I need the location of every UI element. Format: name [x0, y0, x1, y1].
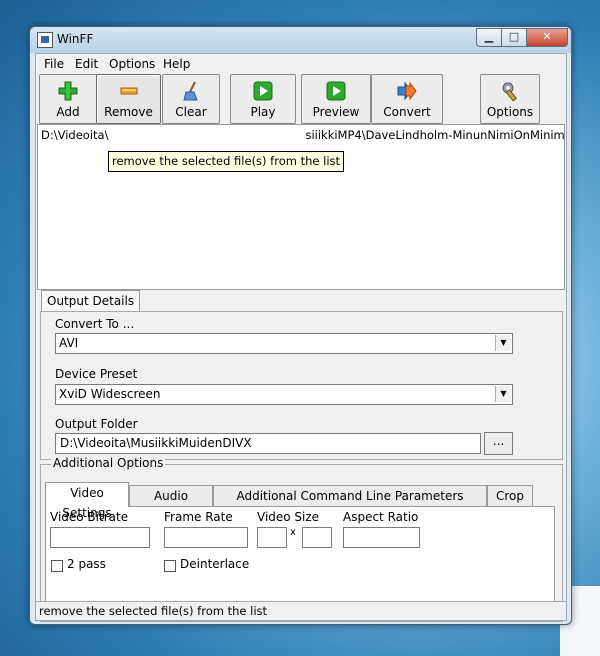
- convert-to-select[interactable]: AVI ▼: [55, 333, 513, 354]
- menu-bar: File Edit Options Help: [36, 54, 566, 73]
- play-icon: [253, 81, 273, 101]
- window-title: WinFF: [57, 32, 94, 46]
- file-path-end: siiikkiMP4\DaveLindholm-MinunNimiOnMinim…: [305, 128, 565, 142]
- file-list[interactable]: D:\Videoita\ siiikkiMP4\DaveLindholm-Minu…: [37, 124, 565, 290]
- browse-button[interactable]: ...: [484, 432, 513, 455]
- chevron-down-icon[interactable]: ▼: [495, 386, 511, 402]
- minimize-button[interactable]: ▁: [476, 28, 502, 47]
- play-button[interactable]: Play: [230, 74, 296, 124]
- additional-options-group: Additional Options Video Settings Audio …: [40, 456, 563, 622]
- tab-video-settings[interactable]: Video Settings: [45, 482, 129, 520]
- tab-crop[interactable]: Crop: [487, 485, 533, 506]
- aspect-ratio-label: Aspect Ratio: [343, 510, 419, 524]
- two-pass-checkbox[interactable]: [51, 560, 63, 572]
- maximize-button[interactable]: □: [501, 28, 527, 47]
- convert-to-value: AVI: [59, 336, 79, 350]
- video-height-input[interactable]: [302, 527, 332, 548]
- additional-options-legend: Additional Options: [51, 456, 166, 470]
- convert-label: Convert: [383, 105, 431, 119]
- convert-icon: [397, 81, 417, 101]
- size-separator: x: [290, 527, 296, 538]
- toolbar: Add Remove Clear Play Preview Convert Op…: [36, 73, 566, 124]
- file-list-item[interactable]: D:\Videoita\ siiikkiMP4\DaveLindholm-Minu…: [41, 128, 565, 142]
- options-label: Options: [486, 105, 534, 119]
- video-bitrate-input[interactable]: [50, 527, 150, 548]
- frame-rate-input[interactable]: [164, 527, 248, 548]
- winff-window: WinFF ▁ □ ✕ File Edit Options Help Add R…: [29, 26, 572, 625]
- frame-rate-label: Frame Rate: [164, 510, 233, 524]
- add-label: Add: [56, 105, 80, 119]
- status-text: remove the selected file(s) from the lis…: [39, 604, 268, 618]
- wrench-icon: [502, 82, 518, 102]
- tab-output-details[interactable]: Output Details: [41, 290, 141, 311]
- title-bar[interactable]: WinFF ▁ □ ✕: [30, 27, 571, 53]
- remove-label: Remove: [104, 105, 153, 119]
- output-folder-field[interactable]: D:\Videoita\MusiikkiMuidenDIVX: [55, 433, 481, 454]
- aspect-ratio-input[interactable]: [343, 527, 420, 548]
- deinterlace-label: Deinterlace: [180, 557, 250, 571]
- play-label: Play: [250, 105, 276, 119]
- convert-button[interactable]: Convert: [371, 74, 443, 124]
- plus-icon: [58, 81, 78, 101]
- menu-edit[interactable]: Edit: [75, 57, 98, 71]
- menu-file[interactable]: File: [44, 57, 64, 71]
- device-preset-select[interactable]: XviD Widescreen ▼: [55, 384, 513, 405]
- file-path-start: D:\Videoita\: [41, 128, 109, 142]
- client-area: File Edit Options Help Add Remove Clear …: [35, 53, 567, 622]
- output-details-panel: Convert To ... AVI ▼ Device Preset XviD …: [40, 311, 563, 460]
- preview-label: Preview: [312, 105, 360, 119]
- output-folder-value: D:\Videoita\MusiikkiMuidenDIVX: [60, 436, 252, 450]
- app-icon: [37, 32, 53, 48]
- remove-tooltip: remove the selected file(s) from the lis…: [108, 151, 345, 172]
- menu-help[interactable]: Help: [163, 57, 190, 71]
- two-pass-label: 2 pass: [67, 557, 106, 571]
- video-size-label: Video Size: [257, 510, 320, 524]
- minus-icon: [120, 87, 137, 95]
- output-folder-label: Output Folder: [55, 417, 138, 431]
- clear-button[interactable]: Clear: [162, 74, 220, 124]
- clear-label: Clear: [175, 105, 207, 119]
- status-bar: remove the selected file(s) from the lis…: [36, 601, 566, 620]
- convert-to-label: Convert To ...: [55, 317, 135, 331]
- remove-button[interactable]: Remove: [96, 74, 161, 124]
- tab-command-line[interactable]: Additional Command Line Parameters (Adva…: [213, 485, 487, 523]
- close-button[interactable]: ✕: [526, 28, 568, 47]
- tab-audio-settings[interactable]: Audio Settings: [129, 485, 213, 523]
- device-preset-label: Device Preset: [55, 367, 138, 381]
- preview-icon: [326, 81, 346, 101]
- broom-icon: [183, 81, 198, 101]
- chevron-down-icon[interactable]: ▼: [495, 335, 511, 351]
- preview-button[interactable]: Preview: [301, 74, 371, 124]
- deinterlace-checkbox[interactable]: [164, 560, 176, 572]
- add-button[interactable]: Add: [39, 74, 97, 124]
- options-button[interactable]: Options: [480, 74, 540, 124]
- video-width-input[interactable]: [257, 527, 287, 548]
- device-preset-value: XviD Widescreen: [59, 387, 161, 401]
- menu-options[interactable]: Options: [109, 57, 155, 71]
